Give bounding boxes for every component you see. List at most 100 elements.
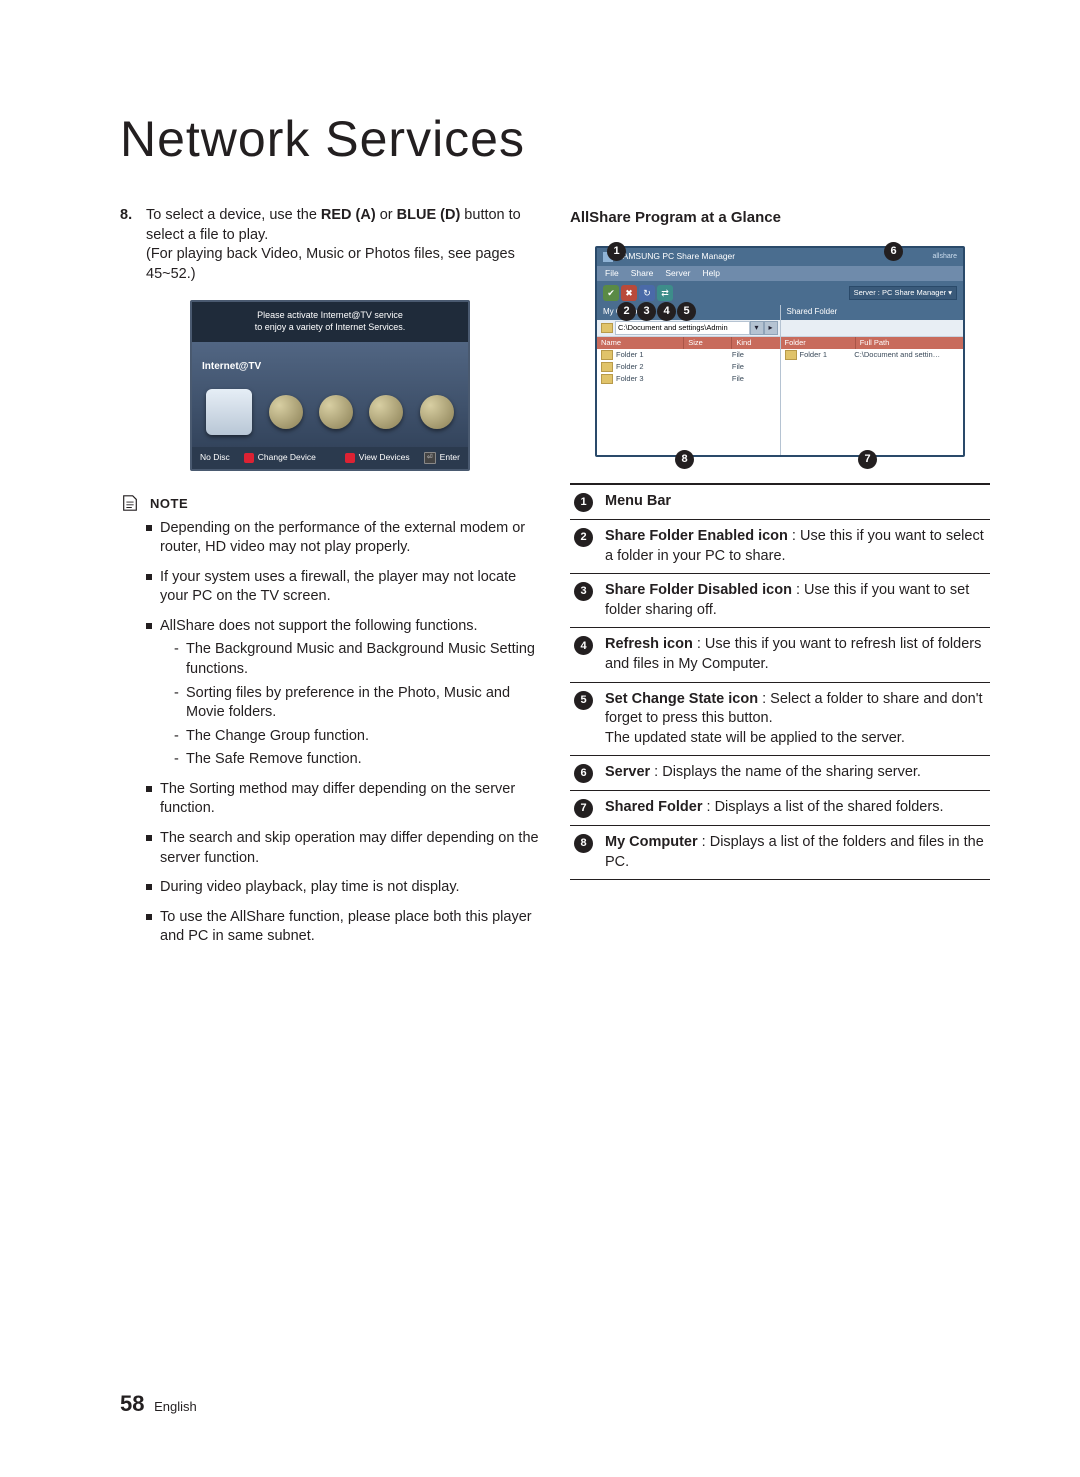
allshare-heading: AllShare Program at a Glance <box>570 208 990 228</box>
toolbar: ✔ ✖ ↻ ⇄ Server : PC Share Manager ▾ <box>597 281 963 305</box>
step-8: 8. To select a device, use the RED (A) o… <box>120 206 540 284</box>
page-number: 58 <box>120 1391 144 1416</box>
legend-text: Share Folder Disabled icon : Use this if… <box>605 581 986 620</box>
view-devices-label: View Devices <box>359 452 410 463</box>
legend-bold: Refresh icon <box>605 636 693 652</box>
left-column: 8. To select a device, use the RED (A) o… <box>120 206 540 957</box>
legend-bold: Shared Folder <box>605 799 703 815</box>
step-text-or: or <box>376 207 397 223</box>
left-rows: Folder 1 File Folder 2 File <box>597 349 780 455</box>
blue-d: BLUE (D) <box>397 207 461 223</box>
allshare-logo: allshare <box>932 252 957 261</box>
callout-7: 7 <box>858 450 877 469</box>
change-device-chip: Change Device <box>244 452 316 463</box>
allshare-screenshot-wrap: 1 6 2 3 4 5 8 7 SAMSUNG PC Share Manager… <box>595 246 965 457</box>
note-item: The search and skip operation may differ… <box>146 829 540 868</box>
path-go-icon[interactable]: ▸ <box>764 321 778 335</box>
red-square-icon <box>244 453 254 463</box>
note-block: NOTE Depending on the performance of the… <box>120 489 540 947</box>
menu-server[interactable]: Server <box>665 268 690 279</box>
step-text-1: To select a device, use the <box>146 207 321 223</box>
enter-icon: ⏎ <box>424 452 436 464</box>
row-name: Folder 1 <box>616 350 644 360</box>
table-row[interactable]: Folder 1 C:\Document and settin… <box>781 349 964 361</box>
row-kind: File <box>732 350 776 360</box>
legend-row: 6 Server : Displays the name of the shar… <box>570 756 990 791</box>
row-path: C:\Document and settin… <box>854 350 959 360</box>
right-pane: Shared Folder Folder Full Path Folder 1 … <box>781 305 964 455</box>
change-device-label: Change Device <box>258 452 316 463</box>
legend-num: 5 <box>574 691 593 710</box>
legend-row: 7 Shared Folder : Displays a list of the… <box>570 791 990 826</box>
right-cols-head: Folder Full Path <box>781 337 964 349</box>
legend-num: 2 <box>574 528 593 547</box>
legend-row: 3 Share Folder Disabled icon : Use this … <box>570 574 990 628</box>
right-pane-head: Shared Folder <box>781 305 964 320</box>
tv-circle-icon <box>269 395 303 429</box>
legend-bold: My Computer <box>605 834 698 850</box>
table-row[interactable]: Folder 1 File <box>597 349 780 361</box>
legend-num: 6 <box>574 764 593 783</box>
legend-text: My Computer : Displays a list of the fol… <box>605 833 986 872</box>
subnote-list: The Background Music and Background Musi… <box>160 640 540 769</box>
row-kind: File <box>732 374 776 384</box>
subnote-item: The Safe Remove function. <box>174 750 540 770</box>
path-input[interactable] <box>615 321 750 335</box>
row-name: Folder 3 <box>616 374 644 384</box>
legend-desc: : Displays a list of the shared folders. <box>703 799 944 815</box>
folder-icon <box>601 323 613 333</box>
legend-text: Shared Folder : Displays a list of the s… <box>605 798 986 818</box>
page-title: Network Services <box>120 110 990 168</box>
allshare-window: SAMSUNG PC Share Manager allshare File S… <box>595 246 965 457</box>
col-fullpath: Full Path <box>856 337 963 349</box>
legend-table: 1 Menu Bar 2 Share Folder Enabled icon :… <box>570 483 990 880</box>
col-name: Name <box>597 337 684 349</box>
col-size: Size <box>684 337 732 349</box>
subnote-item: The Change Group function. <box>174 727 540 747</box>
legend-num: 3 <box>574 582 593 601</box>
tv-icons <box>192 387 468 447</box>
legend-num: 1 <box>574 493 593 512</box>
row-size <box>688 350 732 360</box>
red-square-icon <box>345 453 355 463</box>
legend-bold: Menu Bar <box>605 493 671 509</box>
legend-bold: Share Folder Disabled icon <box>605 582 792 598</box>
callout-8: 8 <box>675 450 694 469</box>
no-disc-label: No Disc <box>200 452 230 463</box>
note-item: Depending on the performance of the exte… <box>146 519 540 558</box>
path-dropdown-icon[interactable]: ▾ <box>750 321 764 335</box>
folder-icon <box>601 374 613 384</box>
tv-banner-line2: to enjoy a variety of Internet Services. <box>202 322 458 334</box>
table-row[interactable]: Folder 3 File <box>597 373 780 385</box>
red-a: RED (A) <box>321 207 376 223</box>
menu-help[interactable]: Help <box>702 268 719 279</box>
tv-circle-icon <box>369 395 403 429</box>
tv-banner: Please activate Internet@TV service to e… <box>192 302 468 341</box>
set-state-icon[interactable]: ⇄ <box>657 285 673 301</box>
legend-text: Share Folder Enabled icon : Use this if … <box>605 527 986 566</box>
legend-row: 4 Refresh icon : Use this if you want to… <box>570 628 990 682</box>
step-number: 8. <box>120 206 146 284</box>
internet-tv-screenshot: Please activate Internet@TV service to e… <box>190 300 470 471</box>
menu-file[interactable]: File <box>605 268 619 279</box>
refresh-icon[interactable]: ↻ <box>639 285 655 301</box>
share-disabled-icon[interactable]: ✖ <box>621 285 637 301</box>
legend-row: 2 Share Folder Enabled icon : Use this i… <box>570 520 990 574</box>
folder-icon <box>601 362 613 372</box>
legend-text: Menu Bar <box>605 492 986 512</box>
server-label[interactable]: Server : PC Share Manager ▾ <box>849 286 957 300</box>
title-bar: SAMSUNG PC Share Manager allshare <box>597 248 963 265</box>
menu-share[interactable]: Share <box>631 268 654 279</box>
note-item: If your system uses a firewall, the play… <box>146 568 540 607</box>
tv-circle-icon <box>319 395 353 429</box>
tv-mid: Internet@TV <box>192 342 468 388</box>
legend-text: Set Change State icon : Select a folder … <box>605 690 986 749</box>
share-enabled-icon[interactable]: ✔ <box>603 285 619 301</box>
path-row: ▾ ▸ <box>597 320 780 337</box>
table-row[interactable]: Folder 2 File <box>597 361 780 373</box>
row-folder: Folder 1 <box>800 350 828 360</box>
tv-bottom-bar: No Disc Change Device View Devices ⏎ Ent… <box>192 447 468 469</box>
menu-bar: File Share Server Help <box>597 266 963 281</box>
col-folder: Folder <box>781 337 856 349</box>
enter-label: Enter <box>440 452 460 463</box>
